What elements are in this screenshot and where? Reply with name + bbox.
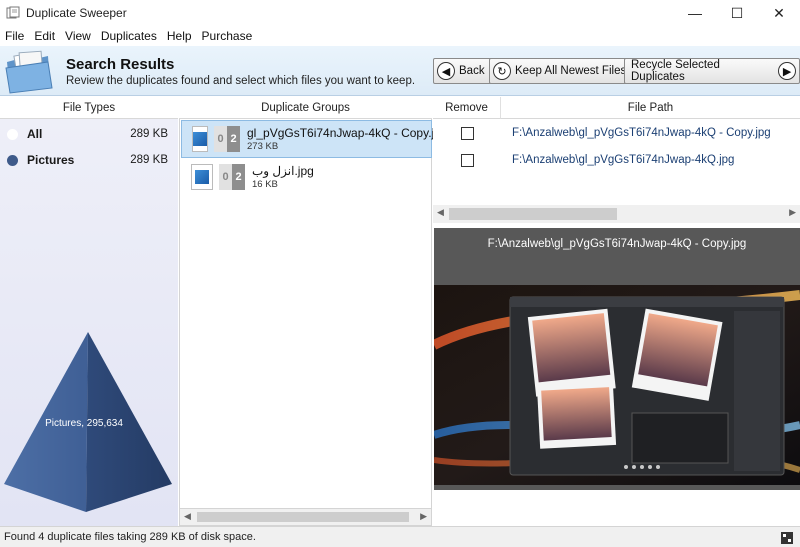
scroll-left-icon[interactable]: ◀ xyxy=(437,207,444,218)
size-pyramid-chart: Pictures, 295,634 xyxy=(4,332,172,512)
menu-file[interactable]: File xyxy=(0,29,29,43)
pyramid-label: Pictures, 295,634 xyxy=(45,418,123,429)
preview-title: F:\Anzalweb\gl_pVgGsT6i74nJwap-4kQ - Cop… xyxy=(487,238,747,250)
file-type-name: All xyxy=(27,127,43,141)
menu-purchase[interactable]: Purchase xyxy=(197,29,258,43)
file-type-all[interactable]: All 289 KB xyxy=(0,121,178,147)
group-count-a: 0 xyxy=(214,126,227,152)
maximize-button[interactable]: ☐ xyxy=(716,0,758,26)
back-label: Back xyxy=(459,65,485,77)
page-subtitle: Review the duplicates found and select w… xyxy=(66,75,416,87)
file-path: F:\Anzalweb\gl_pVgGsT6i74nJwap-4kQ.jpg xyxy=(512,154,735,166)
duplicate-group[interactable]: 0 2 انزل وب.jpg 16 KB xyxy=(181,158,432,196)
group-size: 273 KB xyxy=(247,141,279,152)
menu-bar: File Edit View Duplicates Help Purchase xyxy=(0,26,800,46)
keep-newest-label: Keep All Newest Files xyxy=(515,65,627,77)
folder-icon xyxy=(5,50,53,94)
group-count-a: 0 xyxy=(219,164,232,190)
scroll-right-icon[interactable]: ▶ xyxy=(420,511,427,522)
group-size: 16 KB xyxy=(252,179,278,190)
page-title: Search Results xyxy=(66,56,175,73)
pictures-dot-icon xyxy=(7,154,18,166)
scroll-left-icon[interactable]: ◀ xyxy=(184,511,191,522)
image-file-icon xyxy=(191,164,213,190)
results-header: Search Results Review the duplicates fou… xyxy=(0,46,800,96)
keep-newest-button[interactable]: ↻ Keep All Newest Files xyxy=(489,58,634,84)
file-type-size: 289 KB xyxy=(130,154,168,166)
file-path: F:\Anzalweb\gl_pVgGsT6i74nJwap-4kQ - Cop… xyxy=(512,127,771,139)
status-text: Found 4 duplicate files taking 289 KB of… xyxy=(4,531,256,543)
group-count-b: 2 xyxy=(227,126,240,152)
file-type-size: 289 KB xyxy=(130,128,168,140)
resize-grip-icon[interactable] xyxy=(780,531,794,545)
group-name: انزل وب.jpg xyxy=(252,164,314,178)
back-button[interactable]: ◀ Back xyxy=(433,58,492,84)
menu-edit[interactable]: Edit xyxy=(29,29,60,43)
remove-checkbox[interactable] xyxy=(461,126,474,140)
menu-view[interactable]: View xyxy=(60,29,96,43)
image-file-icon xyxy=(192,126,208,152)
menu-help[interactable]: Help xyxy=(162,29,197,43)
file-row[interactable]: F:\Anzalweb\gl_pVgGsT6i74nJwap-4kQ.jpg xyxy=(433,147,800,173)
arrow-left-icon: ◀ xyxy=(437,62,455,80)
scrollbar-thumb[interactable] xyxy=(197,512,409,522)
group-name: gl_pVgGsT6i74nJwap-4kQ - Copy.jpg xyxy=(247,126,448,140)
file-types-header[interactable]: File Types xyxy=(0,97,178,119)
close-button[interactable]: ✕ xyxy=(758,0,800,26)
preview-image xyxy=(434,285,800,485)
duplicate-group[interactable]: 0 2 gl_pVgGsT6i74nJwap-4kQ - Copy.jpg 27… xyxy=(181,120,448,158)
image-preview-panel: F:\Anzalweb\gl_pVgGsT6i74nJwap-4kQ - Cop… xyxy=(434,228,800,490)
duplicate-groups-header[interactable]: Duplicate Groups xyxy=(179,97,432,119)
menu-duplicates[interactable]: Duplicates xyxy=(96,29,162,43)
file-row[interactable]: F:\Anzalweb\gl_pVgGsT6i74nJwap-4kQ - Cop… xyxy=(433,120,800,146)
files-horizontal-scrollbar[interactable]: ◀ ▶ xyxy=(433,205,800,223)
all-dot-icon xyxy=(7,128,18,140)
recycle-label: Recycle Selected Duplicates xyxy=(631,59,720,83)
arrow-right-icon: ▶ xyxy=(778,62,796,80)
recycle-duplicates-button[interactable]: Recycle Selected Duplicates ▶ xyxy=(624,58,800,84)
window-title: Duplicate Sweeper xyxy=(26,6,127,20)
status-bar: Found 4 duplicate files taking 289 KB of… xyxy=(0,526,800,547)
file-type-pictures[interactable]: Pictures 289 KB xyxy=(0,147,178,173)
remove-header[interactable]: Remove xyxy=(433,97,501,119)
group-count-b: 2 xyxy=(232,164,245,190)
app-icon xyxy=(6,6,20,19)
scroll-right-icon[interactable]: ▶ xyxy=(789,207,796,218)
file-type-name: Pictures xyxy=(27,153,75,167)
duplicate-groups-list: 0 2 gl_pVgGsT6i74nJwap-4kQ - Copy.jpg 27… xyxy=(179,119,448,508)
refresh-icon: ↻ xyxy=(493,62,511,80)
minimize-button[interactable]: — xyxy=(674,0,716,26)
remove-checkbox[interactable] xyxy=(461,153,474,167)
scrollbar-thumb[interactable] xyxy=(449,208,617,220)
title-bar: Duplicate Sweeper — ☐ ✕ xyxy=(0,0,800,26)
file-path-header[interactable]: File Path xyxy=(501,97,800,119)
groups-horizontal-scrollbar[interactable]: ◀ ▶ xyxy=(179,508,432,526)
